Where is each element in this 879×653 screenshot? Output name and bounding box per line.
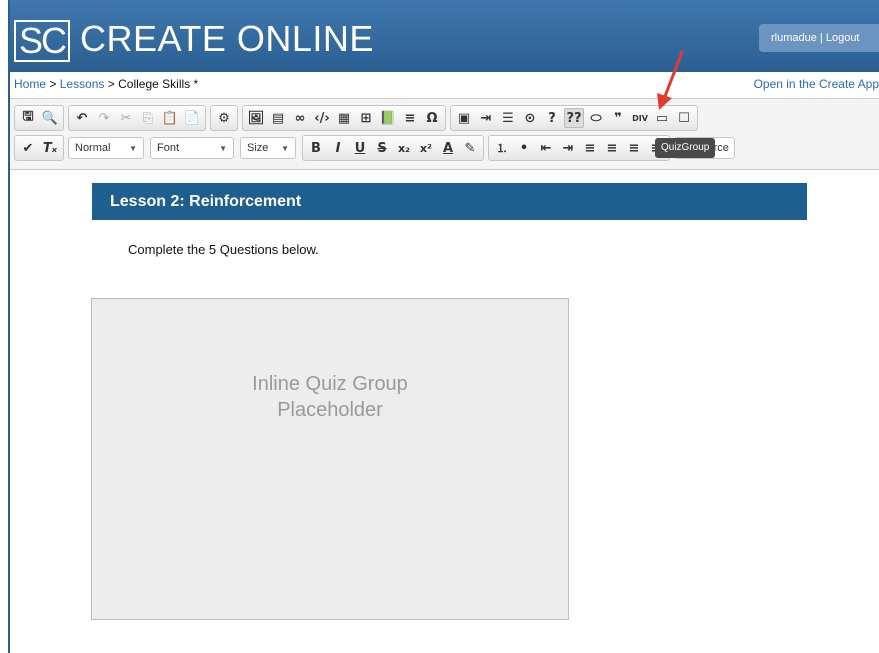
widget-icon[interactable]: ▦: [334, 108, 354, 128]
text-color-icon[interactable]: A: [438, 138, 458, 158]
toolbar-group-text: B I U S x₂ x² A ✎: [302, 135, 484, 161]
numbered-list-icon[interactable]: ⒈: [492, 138, 512, 158]
format-select[interactable]: Normal ▼: [68, 137, 144, 159]
quiz-group-placeholder[interactable]: Inline Quiz Group Placeholder: [91, 298, 569, 620]
bullet-list-icon[interactable]: •: [514, 138, 534, 158]
app-title: CREATE ONLINE: [80, 18, 374, 59]
form-icon[interactable]: ☰: [498, 108, 518, 128]
omega-icon[interactable]: Ω: [422, 108, 442, 128]
logo-text: SC: [18, 20, 67, 61]
book-icon[interactable]: 📗: [378, 108, 398, 128]
chevron-down-icon: ▼: [281, 143, 289, 153]
copy-icon[interactable]: ⎘: [138, 108, 158, 128]
app-header: SC CREATE ONLINE rlumadue | Logout: [10, 0, 879, 72]
breadcrumb: Home > Lessons > College Skills * Open i…: [10, 72, 879, 98]
brush-icon[interactable]: ✔: [18, 138, 38, 158]
indent-icon[interactable]: ⇥: [558, 138, 578, 158]
media-icon[interactable]: ▤: [268, 108, 288, 128]
cut-icon[interactable]: ✂: [116, 108, 136, 128]
font-select-label: Font: [157, 142, 180, 154]
lesson-title-bar: Lesson 2: Reinforcement: [92, 183, 807, 220]
link-icon[interactable]: ∞: [290, 108, 310, 128]
size-select-label: Size: [247, 142, 269, 154]
quizgroup-tooltip: QuizGroup: [655, 138, 716, 158]
breadcrumb-separator: >: [107, 77, 115, 91]
bold-icon[interactable]: B: [306, 138, 326, 158]
toolbar-group-quiz: ▣ ⇥ ☰ ⊙ ? ?? ⬭ ❞ DIV ▭ ☐: [450, 105, 698, 131]
quizgroup-icon[interactable]: ??: [564, 108, 584, 128]
outdent-icon[interactable]: ⇤: [536, 138, 556, 158]
quote-icon[interactable]: ❞: [608, 108, 628, 128]
highlight-icon[interactable]: ✎: [460, 138, 480, 158]
lesson-title: Lesson 2: Reinforcement: [110, 193, 302, 210]
align-right-icon[interactable]: ≡: [624, 138, 644, 158]
div-icon[interactable]: DIV: [630, 108, 650, 128]
breadcrumb-home[interactable]: Home: [14, 77, 46, 91]
align-center-icon[interactable]: ≡: [602, 138, 622, 158]
clear-format-icon[interactable]: Tₓ: [40, 138, 60, 158]
save-icon[interactable]: 🖫: [18, 108, 38, 128]
chevron-down-icon: ▼: [219, 143, 227, 153]
lesson-intro-text: Complete the 5 Questions below.: [128, 242, 319, 257]
settings-icon[interactable]: ⚙: [214, 108, 234, 128]
preview-icon[interactable]: 🔍: [40, 108, 60, 128]
user-menu: rlumadue | Logout: [759, 24, 879, 52]
redo-icon[interactable]: ↷: [94, 108, 114, 128]
underline-icon[interactable]: U: [350, 138, 370, 158]
toolbar-group-clipboard: ↶ ↷ ✂ ⎘ 📋 📄: [68, 105, 206, 131]
chevron-down-icon: ▼: [129, 143, 137, 153]
italic-icon[interactable]: I: [328, 138, 348, 158]
superscript-icon[interactable]: x²: [416, 138, 436, 158]
breadcrumb-lessons[interactable]: Lessons: [60, 77, 105, 91]
placeholder-line-2: Placeholder: [277, 399, 383, 421]
paste-icon[interactable]: 📋: [160, 108, 180, 128]
font-select[interactable]: Font ▼: [150, 137, 234, 159]
placeholder-text: Inline Quiz Group Placeholder: [92, 371, 568, 423]
subscript-icon[interactable]: x₂: [394, 138, 414, 158]
app-logo[interactable]: SC: [14, 20, 70, 62]
toolbar-row-2: ✔ Tₓ Normal ▼ Font ▼ Size ▼ B I U S x₂ x² A…: [14, 135, 735, 161]
size-select[interactable]: Size ▼: [240, 137, 296, 159]
toolbar-group-document: 🖫 🔍: [14, 105, 64, 131]
breadcrumb-separator: >: [49, 77, 57, 91]
editor-toolbar: 🖫 🔍 ↶ ↷ ✂ ⎘ 📋 📄 ⚙ 🖼 ▤ ∞ ‹/› ▦ ⊞ �: [10, 98, 879, 170]
panel-icon[interactable]: ▭: [652, 108, 672, 128]
embed-icon[interactable]: ‹/›: [312, 108, 332, 128]
strikethrough-icon[interactable]: S: [372, 138, 392, 158]
toolbar-group-settings: ⚙: [210, 105, 238, 131]
undo-icon[interactable]: ↶: [72, 108, 92, 128]
table-icon[interactable]: ⊞: [356, 108, 376, 128]
open-in-app-link[interactable]: Open in the Create App: [754, 72, 879, 96]
template-icon[interactable]: ▣: [454, 108, 474, 128]
placeholder-line-1: Inline Quiz Group: [252, 373, 408, 395]
align-icon[interactable]: ≡: [400, 108, 420, 128]
toolbar-row-1: 🖫 🔍 ↶ ↷ ✂ ⎘ 📋 📄 ⚙ 🖼 ▤ ∞ ‹/› ▦ ⊞ �: [14, 105, 702, 131]
toolbar-group-paragraph: ⒈ • ⇤ ⇥ ≡ ≡ ≡ ≡: [488, 135, 670, 161]
format-select-label: Normal: [75, 142, 111, 154]
image-icon[interactable]: 🖼: [246, 108, 266, 128]
logout-link[interactable]: Logout: [826, 32, 860, 44]
page: SC CREATE ONLINE rlumadue | Logout Home …: [0, 0, 879, 653]
list-indent-icon[interactable]: ⇥: [476, 108, 496, 128]
toolbar-group-clean: ✔ Tₓ: [14, 135, 64, 161]
anchor-icon[interactable]: ⬭: [586, 108, 606, 128]
box-icon[interactable]: ☐: [674, 108, 694, 128]
paste-text-icon[interactable]: 📄: [182, 108, 202, 128]
breadcrumb-current: College Skills *: [118, 77, 199, 91]
play-icon[interactable]: ⊙: [520, 108, 540, 128]
align-left-icon[interactable]: ≡: [580, 138, 600, 158]
question-icon[interactable]: ?: [542, 108, 562, 128]
username-link[interactable]: rlumadue: [771, 32, 817, 44]
toolbar-group-insert: 🖼 ▤ ∞ ‹/› ▦ ⊞ 📗 ≡ Ω: [242, 105, 446, 131]
